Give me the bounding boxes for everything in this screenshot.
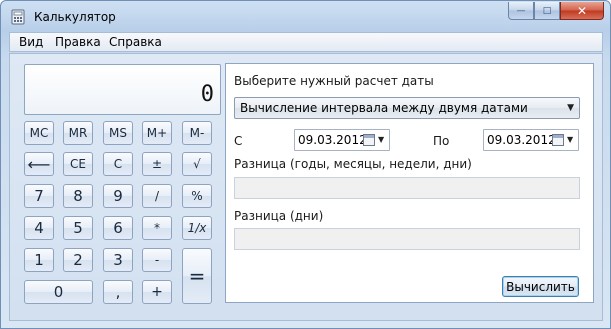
- chevron-down-icon: ▼: [567, 103, 574, 113]
- diff-full-label: Разница (годы, месяцы, недели, дни): [234, 157, 472, 171]
- to-date-value: 09.03.2012: [487, 133, 556, 147]
- diff-days-field[interactable]: [234, 228, 580, 250]
- menu-bar: Вид Правка Справка: [9, 32, 603, 52]
- window-title: Калькулятор: [34, 10, 116, 24]
- key-ms[interactable]: MS: [103, 121, 133, 145]
- minimize-button[interactable]: —: [508, 2, 534, 20]
- key-3[interactable]: 3: [103, 248, 133, 272]
- to-date-picker[interactable]: 09.03.2012 ▼: [483, 129, 579, 151]
- calculator-display: 0: [24, 64, 221, 115]
- key-minus[interactable]: -: [142, 248, 172, 272]
- maximize-icon: □: [542, 5, 552, 16]
- key-divide[interactable]: /: [142, 184, 172, 208]
- key-ce[interactable]: CE: [63, 152, 93, 176]
- chevron-down-icon: ▼: [567, 135, 574, 144]
- key-9[interactable]: 9: [103, 184, 133, 208]
- key-multiply[interactable]: *: [142, 216, 172, 240]
- calculator-app-icon: [11, 9, 25, 25]
- calc-type-label: Выберите нужный расчет даты: [234, 74, 434, 88]
- key-reciprocal[interactable]: 1/x: [182, 216, 212, 240]
- caption-buttons: — □ ✕: [508, 2, 604, 20]
- calculator-window: Калькулятор — □ ✕ Вид Правка Справка 0 M…: [0, 0, 611, 329]
- key-plus-minus[interactable]: ±: [142, 152, 172, 176]
- chevron-down-icon: ▼: [378, 135, 385, 144]
- key-equals[interactable]: =: [182, 248, 212, 304]
- date-calculation-panel: Выберите нужный расчет даты Вычисление и…: [225, 63, 594, 303]
- from-date-label: С: [234, 134, 243, 148]
- key-7[interactable]: 7: [24, 184, 54, 208]
- key-c[interactable]: C: [103, 152, 133, 176]
- from-date-value: 09.03.2012: [298, 133, 367, 147]
- key-m-minus[interactable]: M-: [182, 121, 212, 145]
- calc-type-value: Вычисление интервала между двумя датами: [240, 101, 528, 115]
- calendar-icon: [363, 134, 375, 146]
- key-mc[interactable]: MC: [24, 121, 54, 145]
- key-8[interactable]: 8: [63, 184, 93, 208]
- key-sqrt[interactable]: √: [182, 152, 212, 176]
- menu-view[interactable]: Вид: [19, 35, 43, 49]
- key-mr[interactable]: MR: [63, 121, 93, 145]
- key-4[interactable]: 4: [24, 216, 54, 240]
- key-backspace[interactable]: ⟵: [24, 152, 54, 176]
- calculate-button[interactable]: Вычислить: [502, 276, 579, 297]
- close-button[interactable]: ✕: [560, 2, 604, 20]
- from-date-picker[interactable]: 09.03.2012 ▼: [294, 129, 390, 151]
- to-date-label: По: [433, 134, 450, 148]
- menu-edit[interactable]: Правка: [55, 35, 101, 49]
- diff-full-field[interactable]: [234, 177, 580, 199]
- key-percent[interactable]: %: [182, 184, 212, 208]
- menu-help[interactable]: Справка: [109, 35, 162, 49]
- key-decimal[interactable]: ,: [103, 280, 133, 304]
- maximize-button[interactable]: □: [534, 2, 560, 20]
- key-m-plus[interactable]: M+: [142, 121, 172, 145]
- key-2[interactable]: 2: [63, 248, 93, 272]
- key-5[interactable]: 5: [63, 216, 93, 240]
- key-0[interactable]: 0: [24, 280, 93, 304]
- calc-type-select[interactable]: Вычисление интервала между двумя датами …: [234, 97, 580, 119]
- minimize-icon: —: [516, 5, 526, 16]
- key-plus[interactable]: +: [142, 280, 172, 304]
- display-value: 0: [200, 82, 214, 107]
- diff-days-label: Разница (дни): [234, 209, 324, 223]
- key-6[interactable]: 6: [103, 216, 133, 240]
- key-1[interactable]: 1: [24, 248, 54, 272]
- close-icon: ✕: [576, 3, 588, 18]
- title-bar[interactable]: Калькулятор — □ ✕: [1, 1, 610, 31]
- calendar-icon: [552, 134, 564, 146]
